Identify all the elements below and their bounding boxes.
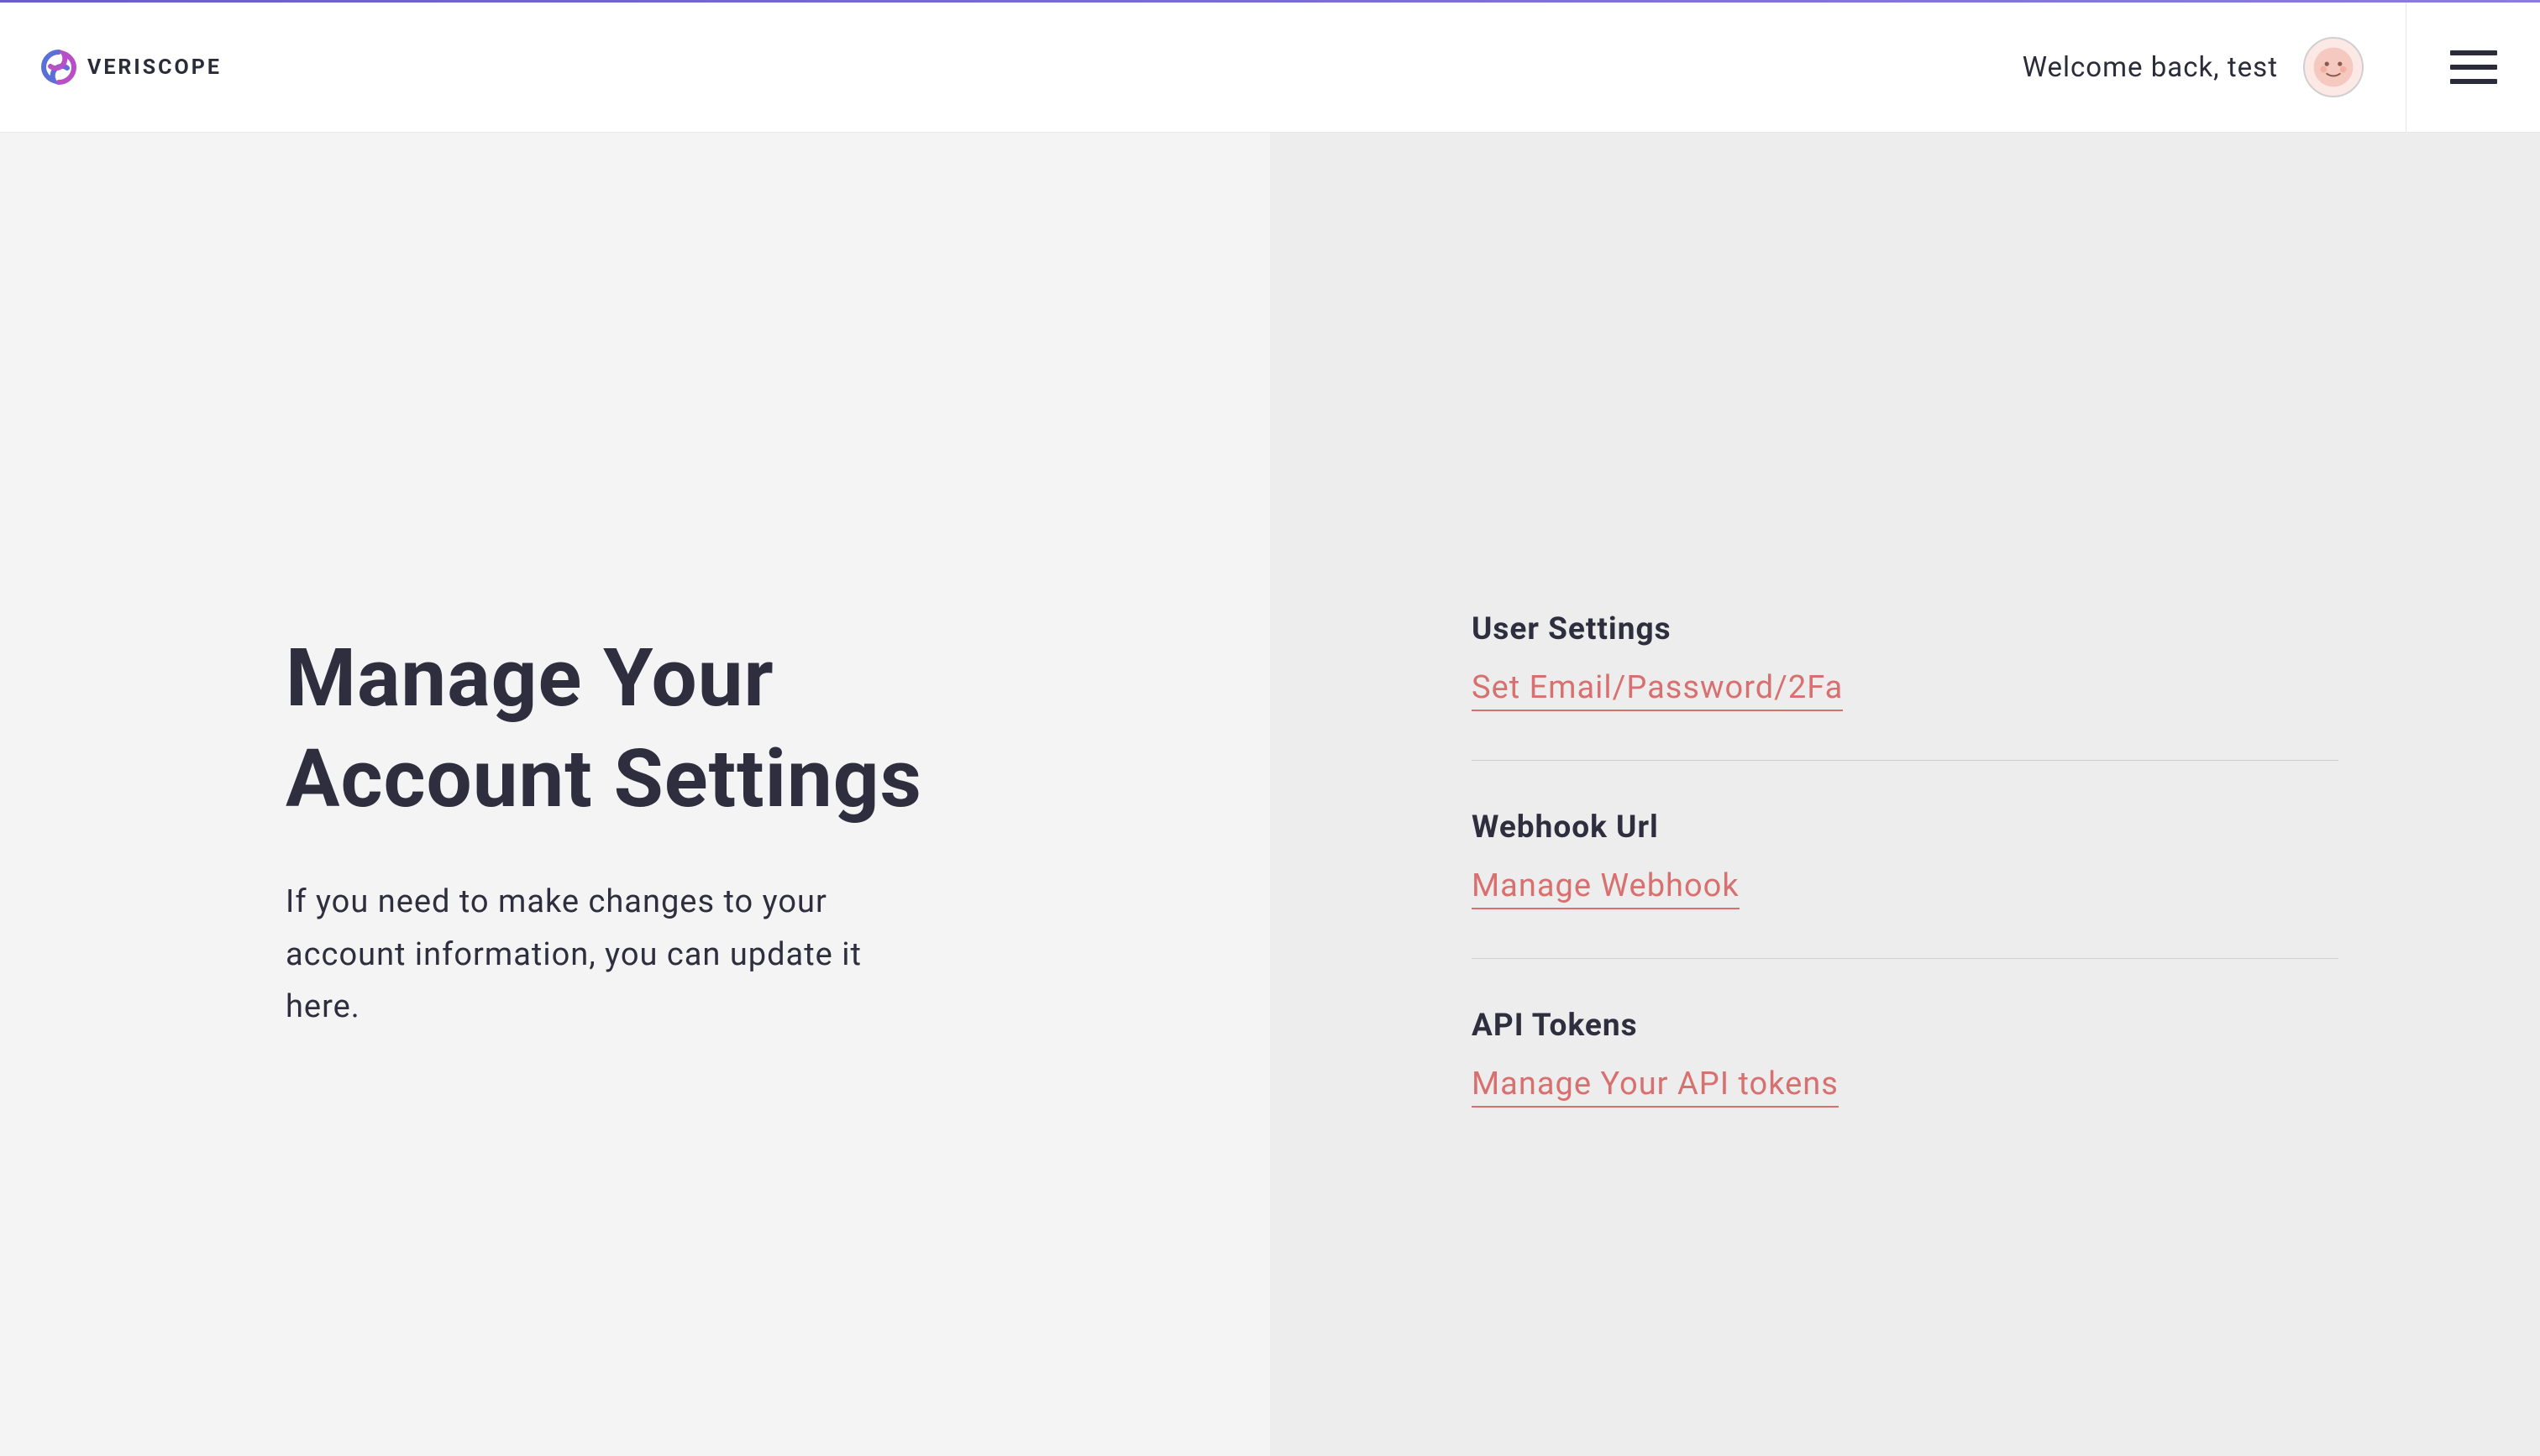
app-header: VERISCOPE Welcome back, test	[0, 3, 2540, 133]
brand-logo[interactable]: VERISCOPE	[40, 49, 222, 86]
main-content: Manage Your Account Settings If you need…	[0, 133, 2540, 1456]
logo-icon	[40, 49, 77, 86]
page-title: Manage Your Account Settings	[286, 628, 1068, 830]
user-settings-link[interactable]: Set Email/Password/2Fa	[1472, 669, 1843, 711]
welcome-area: Welcome back, test	[2023, 37, 2406, 97]
menu-button[interactable]	[2406, 3, 2540, 132]
section-title: API Tokens	[1472, 1008, 2338, 1044]
hamburger-icon	[2450, 50, 2497, 84]
settings-section-api-tokens: API Tokens Manage Your API tokens	[1472, 1008, 2338, 1156]
avatar[interactable]	[2303, 37, 2364, 97]
api-tokens-link[interactable]: Manage Your API tokens	[1472, 1066, 1839, 1108]
page-description: If you need to make changes to your acco…	[286, 876, 941, 1034]
welcome-text: Welcome back, test	[2023, 51, 2278, 84]
avatar-icon	[2312, 45, 2355, 89]
header-right: Welcome back, test	[2023, 3, 2540, 132]
settings-panel: User Settings Set Email/Password/2Fa Web…	[1270, 133, 2540, 1456]
webhook-link[interactable]: Manage Webhook	[1472, 867, 1740, 909]
section-title: Webhook Url	[1472, 809, 2338, 846]
intro-panel: Manage Your Account Settings If you need…	[0, 133, 1270, 1456]
brand-name: VERISCOPE	[87, 55, 222, 80]
section-title: User Settings	[1472, 611, 2338, 647]
settings-section-webhook: Webhook Url Manage Webhook	[1472, 809, 2338, 959]
settings-section-user: User Settings Set Email/Password/2Fa	[1472, 611, 2338, 761]
